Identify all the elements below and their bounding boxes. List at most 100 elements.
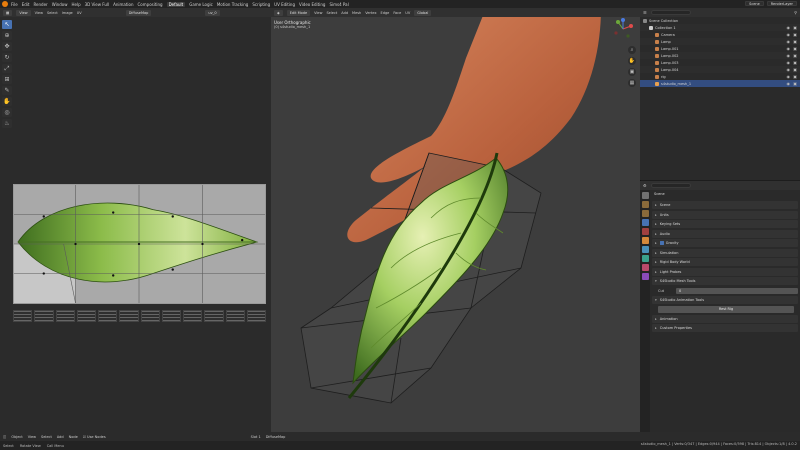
uv-menu-uv[interactable]: UV [77,11,82,15]
vp-menu-add[interactable]: Add [341,11,348,15]
workspace-tab[interactable]: Compositing [138,2,163,7]
visibility-eye-icon[interactable]: ◉ [787,81,791,86]
uv-menu-image[interactable]: Image [62,11,73,15]
outliner-editor-icon[interactable]: ☰ [643,10,647,15]
visibility-eye-icon[interactable]: ◉ [787,74,791,79]
thumbnail[interactable] [13,310,33,322]
workspace-tab[interactable]: Game Logic [189,2,213,7]
workspace-tab[interactable]: Scripting [252,2,270,7]
menu-window[interactable]: Window [52,2,68,7]
pan-icon[interactable]: ✋ [628,57,636,65]
thumbnail[interactable] [34,310,54,322]
editor-type-button[interactable]: ▦ [3,9,13,16]
panel-keying-sets[interactable]: ▸ Keying Sets [652,220,798,228]
thumbnail[interactable] [183,310,203,322]
modifier-tab-icon[interactable] [641,246,649,253]
pinch-tool-icon[interactable]: ◎ [2,108,12,117]
rotate-tool-icon[interactable]: ↻ [2,53,12,62]
object-tab-icon[interactable] [641,237,649,244]
thumbnail[interactable] [98,310,118,322]
outliner-row[interactable]: Lamp ◉ ▣ [640,38,800,45]
outliner-row[interactable]: Lamp.002 ◉ ▣ [640,52,800,59]
navigation-gizmo-icon[interactable] [612,18,634,40]
thumbnail[interactable] [119,310,139,322]
menu-select[interactable]: Select [41,435,52,439]
menu-edit[interactable]: Edit [22,2,30,7]
outliner-row[interactable]: Collection 1 ◉ ▣ [640,24,800,31]
thumbnail[interactable] [76,310,96,322]
panel-gravity[interactable]: ▸ Gravity [652,239,798,247]
workspace-tab[interactable]: Default [166,1,186,7]
view-layer-selector[interactable]: RenderLayer [766,1,797,6]
annotate-tool-icon[interactable]: ✎ [2,86,12,95]
world-tab-icon[interactable] [641,228,649,235]
panel-scene[interactable]: ▸ Scene [652,201,798,209]
vp-menu-view[interactable]: View [314,11,322,15]
workspace-tab[interactable]: Motion Tracking [217,2,248,7]
ortho-toggle-icon[interactable]: ▦ [628,79,636,87]
vp-menu-mesh[interactable]: Mesh [352,11,361,15]
scene-tab-icon[interactable] [641,219,649,226]
cursor-tool-icon[interactable]: ⊕ [2,31,12,40]
vp-menu-select[interactable]: Select [326,11,337,15]
outliner-row[interactable]: Scene Collection [640,17,800,24]
tool-tab-icon[interactable] [641,192,649,199]
uv-texture-image[interactable] [13,184,266,304]
3d-viewport[interactable]: ◈ Edit Mode View Select Add Mesh Vertex … [271,8,640,432]
grab-tool-icon[interactable]: ✋ [2,97,12,106]
thumbnail[interactable] [246,310,266,322]
output-tab-icon[interactable] [641,210,649,217]
render-camera-icon[interactable]: ▣ [793,67,797,72]
object-mode-dropdown[interactable]: Object [11,435,22,439]
render-camera-icon[interactable]: ▣ [793,25,797,30]
workspace-tab[interactable]: Sims4 Pal [329,2,348,7]
properties-editor-icon[interactable]: ⚙ [643,183,647,188]
render-camera-icon[interactable]: ▣ [793,81,797,86]
panel-animation-tools[interactable]: ▾ S4Studio Animation Tools [652,296,798,304]
vp-menu-vertex[interactable]: Vertex [365,11,376,15]
outliner-row[interactable]: Lamp.001 ◉ ▣ [640,45,800,52]
use-nodes-checkbox[interactable]: ☑ Use Nodes [83,435,106,439]
outliner-row[interactable]: s4studio_mesh_1 ◉ ▣ [640,80,800,87]
editor-type-button[interactable]: ◈ [274,9,283,16]
visibility-eye-icon[interactable]: ◉ [787,25,791,30]
uv-map-slot[interactable]: uv_0 [205,9,220,16]
cut-input[interactable]: 0 [676,287,798,294]
outliner-row[interactable]: Lamp.004 ◉ ▣ [640,66,800,73]
zoom-icon[interactable]: ⌕ [628,46,636,54]
visibility-eye-icon[interactable]: ◉ [787,53,791,58]
vp-menu-edge[interactable]: Edge [381,11,390,15]
thumbnail[interactable] [140,310,160,322]
render-camera-icon[interactable]: ▣ [793,74,797,79]
menu-add[interactable]: Add [57,435,64,439]
render-tab-icon[interactable] [641,201,649,208]
outliner-row[interactable]: Camera ◉ ▣ [640,31,800,38]
visibility-eye-icon[interactable]: ◉ [787,46,791,51]
menu-node[interactable]: Node [69,435,78,439]
relax-tool-icon[interactable]: ♨ [2,119,12,128]
data-tab-icon[interactable] [641,255,649,262]
thumbnail[interactable] [55,310,75,322]
thumbnail[interactable] [225,310,245,322]
material-dropdown[interactable]: DiffuseMap [266,435,286,439]
rest-rig-button[interactable]: Rest Rig [658,305,794,313]
slot-dropdown[interactable]: Slot 1 [251,435,261,439]
panel-rigid-body-world[interactable]: ▸ Rigid Body World [652,258,798,266]
outliner-row[interactable]: Lamp.003 ◉ ▣ [640,59,800,66]
panel-animation[interactable]: ▸ Animation [652,314,798,323]
menu-render[interactable]: Render [33,2,47,7]
outliner-search-input[interactable] [650,10,691,15]
visibility-eye-icon[interactable]: ◉ [787,39,791,44]
render-camera-icon[interactable]: ▣ [793,32,797,37]
render-camera-icon[interactable]: ▣ [793,60,797,65]
camera-view-icon[interactable]: ▣ [628,68,636,76]
uv-menu-select[interactable]: Select [47,11,58,15]
panel-units[interactable]: ▸ Units [652,210,798,219]
properties-search-input[interactable] [650,183,691,188]
panel-simulation[interactable]: ▸ Simulation [652,248,798,257]
workspace-tab[interactable]: Animation [113,2,133,7]
workspace-tab[interactable]: UV Editing [274,2,295,7]
panel-light-probes[interactable]: ▸ Light Probes [652,267,798,276]
editor-type-icon[interactable]: ◫ [3,435,6,439]
scene-selector[interactable]: Scene [745,1,764,6]
